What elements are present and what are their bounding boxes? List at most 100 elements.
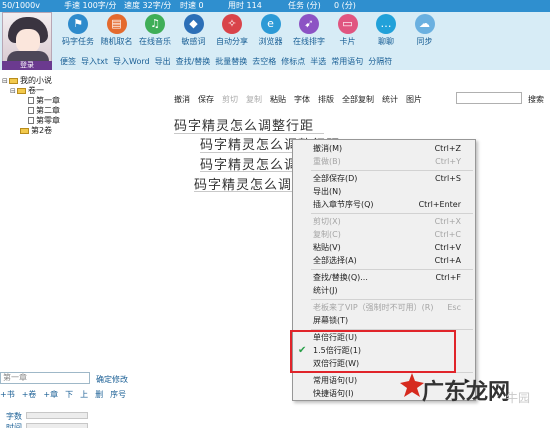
quick-link[interactable]: 修标点: [281, 57, 305, 66]
menu-item-shortcut: Ctrl+C: [434, 230, 461, 239]
chat-icon: …: [376, 14, 396, 34]
stats-bar: 50/1000v 手速 100字/分 速度 32字/分 时速 0 用时 114 …: [0, 0, 550, 12]
tree-action-button[interactable]: 删: [95, 390, 103, 399]
quick-link[interactable]: 导入txt: [81, 57, 108, 66]
menu-item-shortcut: Ctrl+S: [434, 174, 461, 183]
quick-link[interactable]: 分隔符: [368, 57, 392, 66]
menu-item[interactable]: 屏幕锁(T): [293, 315, 475, 327]
quick-link[interactable]: 便签: [60, 57, 76, 66]
chapter-name-input[interactable]: 第一章: [0, 372, 90, 384]
folder-icon: [17, 87, 26, 94]
menu-item-shortcut: Ctrl+X: [434, 217, 461, 226]
menu-item-label: 全部保存(D): [313, 174, 358, 183]
toolbar-button-5[interactable]: e 浏览器: [251, 14, 291, 47]
tree-chapter-2[interactable]: 第二章: [28, 106, 60, 115]
quick-link[interactable]: 导入Word: [113, 57, 150, 66]
tree-chapter-3[interactable]: 第零章: [28, 116, 60, 125]
menu-item-shortcut: Esc: [447, 303, 461, 312]
shield-icon: ◆: [183, 14, 204, 34]
toolbar-button-3[interactable]: ◆ 敏感词: [174, 14, 214, 47]
menu-item[interactable]: 插入章节序号(Q) Ctrl+Enter: [293, 199, 475, 211]
tree-chapter-1[interactable]: 第一章: [28, 96, 60, 105]
menu-item-label: 复制(C): [313, 230, 341, 239]
editor-toolbar-button[interactable]: 全部复制: [342, 95, 374, 104]
menu-item-shortcut: Ctrl+Z: [434, 144, 461, 153]
document-icon: [28, 97, 34, 104]
editor-toolbar-button[interactable]: 粘贴: [270, 95, 286, 104]
tree-volume-2[interactable]: 第2卷: [20, 126, 52, 135]
toolbar-label: 随机取名: [100, 37, 133, 46]
menu-item[interactable]: 重做(B) Ctrl+Y: [293, 156, 475, 168]
card-icon: ▭: [337, 14, 358, 34]
toolbar-button-7[interactable]: ▭ 卡片: [328, 14, 368, 47]
menu-item-shortcut: Ctrl+A: [434, 256, 461, 265]
toolbar-label: 自动分享: [216, 37, 248, 46]
header-bar: 50/1000v 手速 100字/分 速度 32字/分 时速 0 用时 114 …: [0, 0, 550, 70]
tree-action-button[interactable]: 下: [65, 390, 73, 399]
quick-link[interactable]: 查找/替换: [176, 57, 211, 66]
login-label[interactable]: 登录: [2, 61, 52, 70]
menu-item[interactable]: 全部保存(D) Ctrl+S: [293, 173, 475, 185]
tree-action-button[interactable]: +书: [0, 390, 15, 399]
editor-toolbar-button[interactable]: 统计: [382, 95, 398, 104]
toolbar-button-6[interactable]: ➹ 在线排字: [289, 14, 329, 47]
menu-item[interactable]: 查找/替换(Q)... Ctrl+F: [293, 272, 475, 284]
stat-typing-speed: 手速 100字/分: [64, 1, 117, 10]
editor-toolbar-button[interactable]: 剪切: [222, 95, 238, 104]
tree-action-button[interactable]: +章: [43, 390, 58, 399]
menu-separator: [311, 213, 473, 214]
word-count-label: 字数: [6, 412, 22, 421]
editor-line-1[interactable]: 码字精灵怎么调整行距: [174, 115, 314, 134]
toolbar-button-9[interactable]: ☁ 同步: [405, 14, 445, 47]
menu-item-label: 查找/替换(Q)...: [313, 273, 368, 282]
stat-task-score: 0 (分): [334, 1, 356, 10]
quick-link[interactable]: 半选: [310, 57, 326, 66]
tree-actions-row: +书 +卷 +章下上删序号: [0, 389, 133, 400]
menu-item[interactable]: 导出(N): [293, 186, 475, 198]
quick-link[interactable]: 导出: [155, 57, 171, 66]
tree-root[interactable]: ⊟ 我的小说: [2, 76, 52, 86]
search-button[interactable]: 搜索: [528, 94, 544, 105]
quick-link[interactable]: 批量替换: [215, 57, 247, 66]
editor-toolbar-button[interactable]: 保存: [198, 95, 214, 104]
toolbar-button-1[interactable]: ▤ 随机取名: [97, 14, 137, 47]
toolbar-label: 在线排字: [293, 37, 325, 46]
toolbar-label: 卡片: [339, 37, 356, 46]
confirm-edit-link[interactable]: 确定修改: [96, 374, 128, 385]
quick-link[interactable]: 常用语句: [331, 57, 363, 66]
quick-link[interactable]: 去空格: [252, 57, 276, 66]
menu-item[interactable]: 撤消(M) Ctrl+Z: [293, 143, 475, 155]
menu-item[interactable]: 粘贴(V) Ctrl+V: [293, 242, 475, 254]
editor-toolbar-button[interactable]: 复制: [246, 95, 262, 104]
menu-item-label: 重做(B): [313, 157, 341, 166]
toolbar-button-8[interactable]: … 聊聊: [366, 14, 406, 47]
menu-item-label: 快捷语句(I): [313, 389, 354, 398]
rocket-icon: ➹: [299, 14, 319, 34]
tree-action-button[interactable]: +卷: [22, 390, 37, 399]
menu-item[interactable]: 剪切(X) Ctrl+X: [293, 216, 475, 228]
editor-toolbar-button[interactable]: 撤消: [174, 95, 190, 104]
editor-toolbar-button[interactable]: 排版: [318, 95, 334, 104]
toolbar-button-4[interactable]: ✧ 自动分享: [212, 14, 252, 47]
menu-item[interactable]: 全部选择(A) Ctrl+A: [293, 255, 475, 267]
menu-item[interactable]: 复制(C) Ctrl+C: [293, 229, 475, 241]
tree-action-button[interactable]: 序号: [110, 390, 126, 399]
toolbar-button-0[interactable]: ⚑ 码字任务: [58, 14, 98, 47]
menu-item-label: 剪切(X): [313, 217, 341, 226]
word-count-bar: [26, 412, 88, 419]
search-input[interactable]: [456, 92, 522, 104]
tree-volume-1[interactable]: ⊟ 卷一: [10, 86, 44, 96]
avatar[interactable]: [2, 12, 52, 67]
editor-toolbar-button[interactable]: 图片: [406, 95, 422, 104]
menu-item[interactable]: 老板来了VIP（强制时不可用）(R) Esc: [293, 302, 475, 314]
menu-separator: [311, 299, 473, 300]
menu-item-label: 统计(J): [313, 286, 338, 295]
toolbar-button-2[interactable]: ♫ 在线音乐: [135, 14, 175, 47]
editor-toolbar-button[interactable]: 字体: [294, 95, 310, 104]
watermark-subtext: 牛园: [506, 391, 531, 405]
menu-item-label: 屏幕锁(T): [313, 316, 349, 325]
quick-links-row: 便签 导入txt 导入Word 导出 查找/替换 批量替换 去空格 修标点 半选 常用语句 分隔符: [60, 56, 397, 67]
tree-action-button[interactable]: 上: [80, 390, 88, 399]
menu-item[interactable]: 统计(J): [293, 285, 475, 297]
toolbar-label: 聊聊: [378, 37, 394, 46]
